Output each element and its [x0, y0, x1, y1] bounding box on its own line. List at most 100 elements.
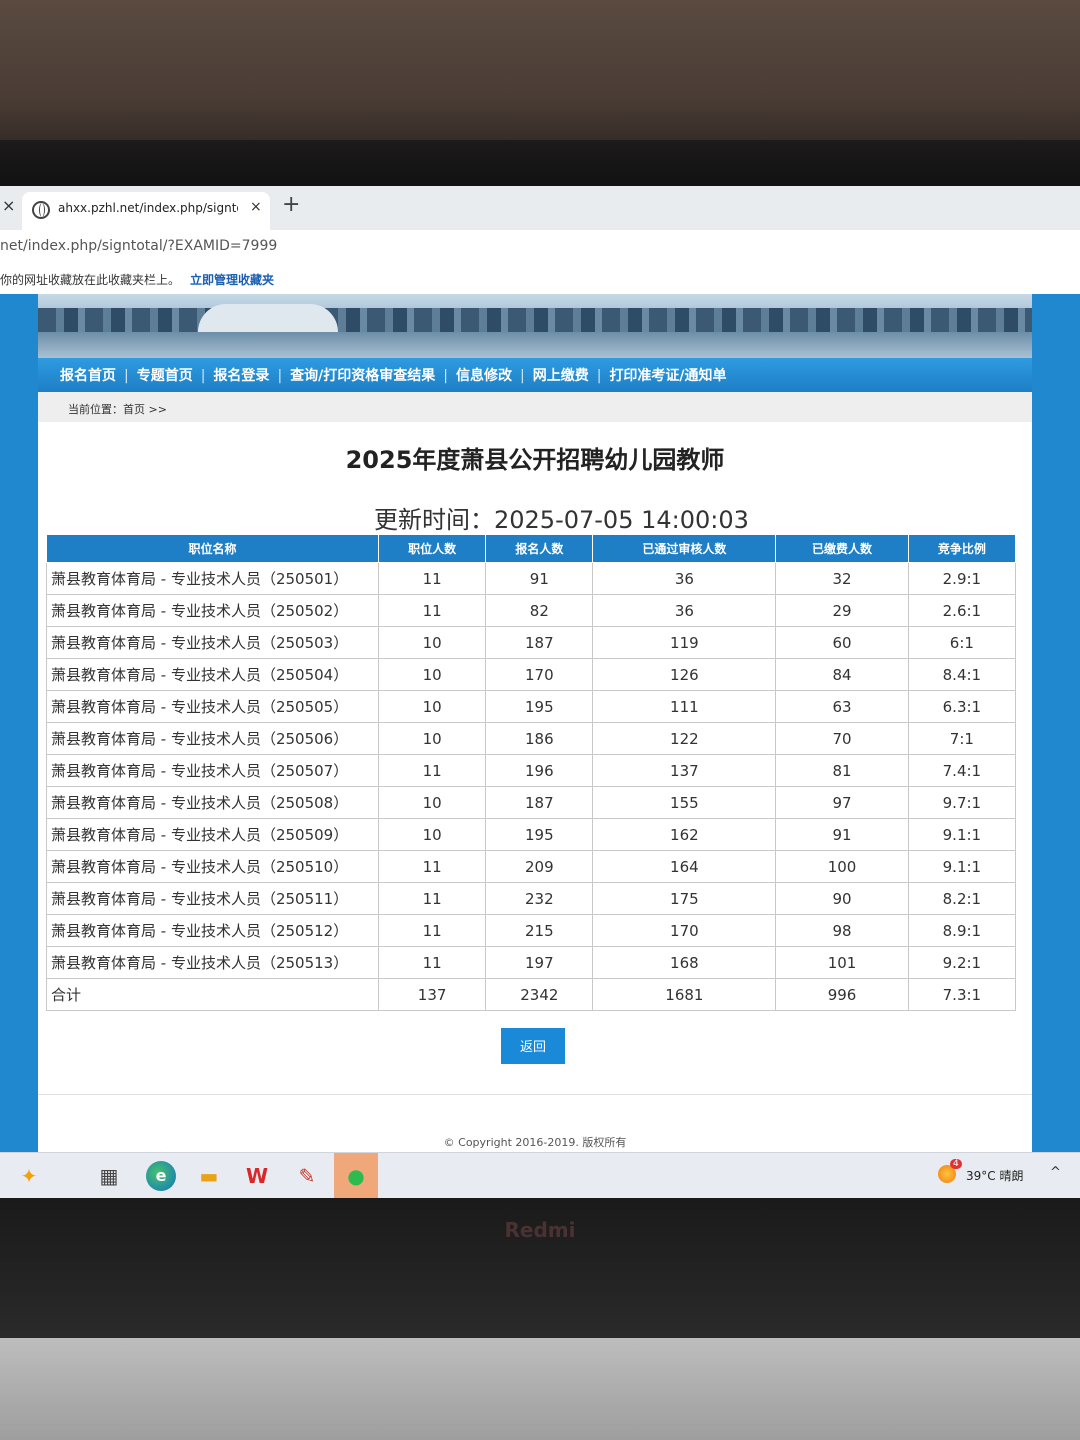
- table-cell: 11: [377, 594, 487, 627]
- table-cell: 70: [775, 722, 909, 755]
- table-header-row: 职位名称 职位人数 报名人数 已通过审核人数 已缴费人数 竞争比例: [46, 534, 1017, 563]
- close-icon[interactable]: ×: [2, 196, 15, 215]
- table-cell: 10: [377, 626, 487, 659]
- background-room: [0, 0, 1080, 160]
- table-cell: 215: [485, 914, 594, 947]
- table-header-cell: 已通过审核人数: [592, 534, 777, 563]
- table-cell: 10: [377, 722, 487, 755]
- table-cell: 60: [775, 626, 909, 659]
- total-cell: 7.3:1: [907, 978, 1017, 1011]
- back-button[interactable]: 返回: [501, 1028, 565, 1064]
- nav-item[interactable]: 专题首页: [137, 368, 193, 384]
- table-cell: 36: [592, 594, 777, 627]
- table-cell: 10: [377, 658, 487, 691]
- nav-item[interactable]: 打印准考证/通知单: [609, 368, 726, 384]
- favorites-hint: 你的网址收藏放在此收藏夹栏上。: [0, 273, 181, 287]
- table-cell: 2.6:1: [907, 594, 1017, 627]
- table-cell: 萧县教育体育局 - 专业技术人员（250506）: [46, 722, 379, 755]
- table-cell: 187: [485, 626, 594, 659]
- wps-icon[interactable]: W: [242, 1161, 272, 1191]
- table-cell: 187: [485, 786, 594, 819]
- table-row: 萧县教育体育局 - 专业技术人员（250501） 11 91 36 32 2.9:1: [46, 562, 1017, 595]
- new-tab-icon[interactable]: +: [282, 192, 300, 217]
- tray-chevron-icon[interactable]: ^: [1050, 1165, 1061, 1180]
- total-cell: 137: [377, 978, 487, 1011]
- browser-tab-bar: × ahxx.pzhl.net/index.php/signtotal × +: [0, 186, 1080, 231]
- table-row: 萧县教育体育局 - 专业技术人员（250508） 10 187 155 97 9.7:1: [46, 786, 1017, 819]
- table-cell: 6:1: [907, 626, 1017, 659]
- table-header-cell: 竞争比例: [907, 534, 1017, 563]
- table-cell: 195: [485, 690, 594, 723]
- table-cell: 164: [592, 850, 777, 883]
- total-cell: 996: [775, 978, 909, 1011]
- site-side-left: [0, 294, 38, 1198]
- table-cell: 63: [775, 690, 909, 723]
- table-cell: 萧县教育体育局 - 专业技术人员（250508）: [46, 786, 379, 819]
- table-cell: 119: [592, 626, 777, 659]
- table-row: 萧县教育体育局 - 专业技术人员（250510） 11 209 164 100 9.1:1: [46, 850, 1017, 883]
- total-cell: 合计: [46, 978, 379, 1011]
- table-cell: 137: [592, 754, 777, 787]
- table-row: 萧县教育体育局 - 专业技术人员（250509） 10 195 162 91 9.1:1: [46, 818, 1017, 851]
- table-cell: 萧县教育体育局 - 专业技术人员（250509）: [46, 818, 379, 851]
- table-row: 萧县教育体育局 - 专业技术人员（250506） 10 186 122 70 7:1: [46, 722, 1017, 755]
- table-cell: 萧县教育体育局 - 专业技术人员（250501）: [46, 562, 379, 595]
- breadcrumb-bar: 当前位置：首页 >>: [38, 392, 1032, 422]
- copilot-icon[interactable]: ✦: [14, 1161, 44, 1191]
- tab-close-icon[interactable]: ×: [250, 199, 262, 215]
- table-cell: 萧县教育体育局 - 专业技术人员（250503）: [46, 626, 379, 659]
- nav-item[interactable]: 查询/打印资格审查结果: [290, 368, 435, 384]
- table-total-row: 合计 137 2342 1681 996 7.3:1: [46, 978, 1017, 1011]
- laptop-bezel-bottom: Redmi: [0, 1198, 1080, 1338]
- table-row: 萧县教育体育局 - 专业技术人员（250512） 11 215 170 98 8.9:1: [46, 914, 1017, 947]
- table-cell: 122: [592, 722, 777, 755]
- laptop-bezel-top: [0, 140, 1080, 190]
- table-cell: 萧县教育体育局 - 专业技术人员（250511）: [46, 882, 379, 915]
- nav-item[interactable]: 信息修改: [456, 368, 512, 384]
- table-cell: 111: [592, 690, 777, 723]
- table-cell: 7.4:1: [907, 754, 1017, 787]
- file-explorer-icon[interactable]: ▬: [194, 1161, 224, 1191]
- table-cell: 8.4:1: [907, 658, 1017, 691]
- app-icon[interactable]: ✎: [292, 1161, 322, 1191]
- site-banner: [38, 294, 1032, 358]
- table-cell: 11: [377, 754, 487, 787]
- nav-item[interactable]: 报名登录: [213, 368, 269, 384]
- edge-icon[interactable]: e: [146, 1161, 176, 1191]
- table-row: 萧县教育体育局 - 专业技术人员（250502） 11 82 36 29 2.6:1: [46, 594, 1017, 627]
- registration-table: 职位名称 职位人数 报名人数 已通过审核人数 已缴费人数 竞争比例 萧县教育体育局 - 专…: [46, 534, 1017, 1011]
- nav-separator: |: [520, 368, 525, 384]
- table-cell: 195: [485, 818, 594, 851]
- table-row: 萧县教育体育局 - 专业技术人员（250505） 10 195 111 63 6.3:1: [46, 690, 1017, 723]
- content-page: 当前位置：首页 >> 2025年度萧县公开招聘幼儿园教师 更新时间：2025-0…: [38, 392, 1032, 1198]
- manage-favorites-link[interactable]: 立即管理收藏夹: [190, 271, 274, 288]
- table-cell: 32: [775, 562, 909, 595]
- weather-badge: 4: [950, 1159, 962, 1169]
- browser-tab[interactable]: ahxx.pzhl.net/index.php/signtotal ×: [22, 192, 270, 230]
- table-cell: 98: [775, 914, 909, 947]
- wechat-icon[interactable]: ●: [334, 1153, 378, 1198]
- table-cell: 232: [485, 882, 594, 915]
- weather-text[interactable]: 39°C 晴朗: [966, 1167, 1023, 1184]
- breadcrumb: 当前位置：首页 >>: [68, 403, 167, 416]
- nav-item[interactable]: 网上缴费: [533, 368, 589, 384]
- table-cell: 萧县教育体育局 - 专业技术人员（250512）: [46, 914, 379, 947]
- table-cell: 36: [592, 562, 777, 595]
- address-bar[interactable]: net/index.php/signtotal/?EXAMID=7999: [0, 230, 1080, 265]
- url-text[interactable]: net/index.php/signtotal/?EXAMID=7999: [0, 238, 277, 254]
- table-cell: 126: [592, 658, 777, 691]
- table-cell: 175: [592, 882, 777, 915]
- table-cell: 萧县教育体育局 - 专业技术人员（250502）: [46, 594, 379, 627]
- table-cell: 9.1:1: [907, 850, 1017, 883]
- table-header-cell: 职位人数: [377, 534, 487, 563]
- table-cell: 168: [592, 946, 777, 979]
- table-cell: 91: [775, 818, 909, 851]
- nav-item[interactable]: 报名首页: [60, 368, 116, 384]
- laptop-screen: × ahxx.pzhl.net/index.php/signtotal × + …: [0, 186, 1080, 1198]
- table-cell: 209: [485, 850, 594, 883]
- total-cell: 2342: [485, 978, 594, 1011]
- widgets-icon[interactable]: ▦: [94, 1161, 124, 1191]
- table-cell: 90: [775, 882, 909, 915]
- table-cell: 9.7:1: [907, 786, 1017, 819]
- favorites-bar: 你的网址收藏放在此收藏夹栏上。 立即管理收藏夹: [0, 264, 1080, 295]
